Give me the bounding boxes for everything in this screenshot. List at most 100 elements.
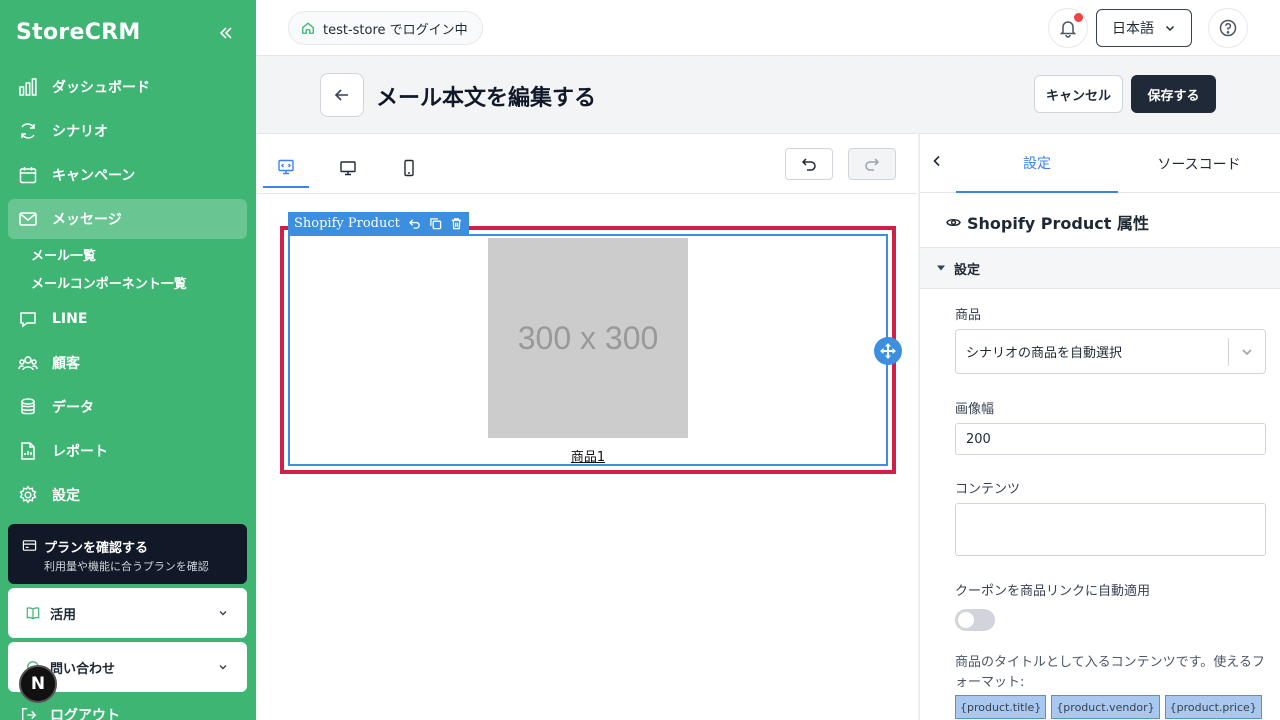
chevron-down-icon	[1164, 22, 1176, 34]
sidebar-item-line[interactable]: LINE	[8, 299, 247, 339]
accordion-label: 問い合わせ	[50, 661, 116, 677]
image-width-label: 画像幅	[955, 402, 995, 417]
notification-dot	[1074, 13, 1083, 22]
sidebar-item-data[interactable]: データ	[8, 387, 247, 427]
collapse-sidebar-icon[interactable]	[214, 22, 238, 46]
device-desktop-button[interactable]	[325, 148, 371, 188]
report-icon	[17, 440, 39, 462]
language-value: 日本語	[1112, 21, 1154, 37]
brand-logo: StoreCRM	[16, 20, 141, 45]
help-button[interactable]	[1208, 8, 1248, 48]
image-width-input[interactable]: 200	[955, 423, 1266, 455]
component-name: Shopify Product	[294, 215, 400, 231]
caret-down-icon	[936, 263, 946, 273]
toggle-knob	[958, 612, 974, 628]
back-button[interactable]	[320, 73, 364, 117]
save-button[interactable]: 保存する	[1131, 75, 1216, 113]
content-label: コンテンツ	[955, 482, 1021, 497]
sidebar-item-message[interactable]: メッセージ	[8, 199, 247, 239]
trash-icon[interactable]	[450, 217, 463, 230]
calendar-icon	[17, 164, 39, 186]
product-image-placeholder[interactable]: 300 x 300	[488, 238, 688, 438]
logout-label: ログアウト	[50, 708, 120, 720]
sidebar-item-label: 顧客	[52, 356, 80, 372]
sidebar-subitem-mail-list[interactable]: メール一覧	[31, 245, 96, 264]
sidebar-item-settings[interactable]: 設定	[8, 475, 247, 515]
plan-card[interactable]: プランを確認する 利用量や機能に合うプランを確認	[8, 524, 247, 584]
panel-tabs: 設定 ソースコード	[920, 134, 1280, 193]
product-select-value: シナリオの商品を自動選択	[966, 346, 1123, 361]
product-select[interactable]: シナリオの商品を自動選択	[955, 329, 1266, 374]
accordion-label: 活用	[50, 607, 77, 623]
monitor-code-icon	[277, 158, 295, 176]
product-label: 商品	[955, 308, 982, 323]
language-select[interactable]: 日本語	[1096, 9, 1192, 47]
credit-card-icon	[22, 538, 37, 557]
sidebar-item-label: ダッシュボード	[52, 80, 150, 96]
format-tokens: {product.title} {product.vendor} {produc…	[955, 695, 1262, 719]
sidebar-item-customers[interactable]: 顧客	[8, 343, 247, 383]
sidebar-item-campaign[interactable]: キャンペーン	[8, 155, 247, 195]
desktop-icon	[339, 159, 357, 177]
section-title: 設定	[954, 262, 981, 278]
store-status-text: test-store でログイン中	[323, 22, 468, 38]
users-icon	[17, 352, 39, 374]
token-product-title[interactable]: {product.title}	[955, 695, 1047, 719]
logout-button[interactable]: ログアウト	[8, 700, 120, 720]
topbar: test-store でログイン中 日本語	[256, 0, 1280, 56]
undo-icon	[800, 155, 818, 173]
page-title: メール本文を編集する	[376, 86, 597, 111]
device-mobile-button[interactable]	[386, 148, 432, 188]
assistant-badge[interactable]: N	[19, 665, 57, 703]
editor-toolbar	[257, 134, 918, 194]
plan-subtitle: 利用量や機能に合うプランを確認	[44, 560, 209, 573]
redo-icon	[863, 155, 881, 173]
plan-title: プランを確認する	[44, 541, 149, 556]
gear-icon	[17, 484, 39, 506]
token-product-vendor[interactable]: {product.vendor}	[1051, 695, 1160, 719]
undo-button[interactable]	[785, 148, 833, 180]
chart-bars-icon	[17, 76, 39, 98]
sidebar-item-report[interactable]: レポート	[8, 431, 247, 471]
select-parent-icon[interactable]	[408, 217, 421, 230]
coupon-label: クーポンを商品リンクに自動適用	[955, 584, 1151, 599]
tab-settings[interactable]: 設定	[956, 134, 1118, 193]
coupon-toggle[interactable]	[955, 609, 995, 631]
token-product-price[interactable]: {product.price}	[1164, 695, 1262, 719]
chevron-down-icon	[1229, 345, 1265, 359]
content-textarea[interactable]	[955, 503, 1266, 556]
chevron-down-icon	[217, 661, 229, 673]
envelope-icon	[17, 208, 39, 230]
cancel-button[interactable]: キャンセル	[1034, 75, 1123, 113]
device-wide-button[interactable]	[263, 148, 309, 188]
arrow-left-icon	[333, 86, 351, 104]
product-title-link[interactable]: 商品1	[488, 446, 688, 465]
logout-icon	[20, 706, 38, 720]
sidebar-item-label: メッセージ	[52, 212, 122, 228]
sidebar-item-dashboard[interactable]: ダッシュボード	[8, 67, 247, 107]
chevron-left-icon[interactable]	[930, 154, 944, 168]
sidebar-item-label: データ	[52, 400, 94, 416]
format-help-text: 商品のタイトルとして入るコンテンツです。使えるフォーマット:	[955, 655, 1265, 690]
home-icon	[301, 21, 315, 35]
store-status-pill[interactable]: test-store でログイン中	[288, 11, 483, 45]
tab-source-code[interactable]: ソースコード	[1118, 134, 1280, 193]
sidebar-item-label: キャンペーン	[52, 168, 136, 184]
question-icon	[1218, 18, 1238, 38]
email-editor: Shopify Product 300 x 300 商品1	[257, 133, 918, 720]
settings-section-header[interactable]: 設定	[920, 247, 1280, 289]
eye-icon	[946, 215, 961, 230]
notification-button[interactable]	[1048, 8, 1088, 48]
chat-icon	[17, 308, 39, 330]
usage-accordion[interactable]: 活用	[8, 588, 247, 638]
attributes-title: Shopify Product 属性	[967, 214, 1149, 233]
chevron-down-icon	[217, 607, 229, 619]
move-handle[interactable]	[874, 337, 902, 365]
mobile-icon	[400, 159, 418, 177]
sidebar: StoreCRM ダッシュボード シナリオ キャンペーン メッセージ メール一覧…	[0, 0, 256, 720]
sidebar-item-scenario[interactable]: シナリオ	[8, 111, 247, 151]
sidebar-subitem-mail-components[interactable]: メールコンポーネント一覧	[31, 273, 187, 292]
attributes-heading: Shopify Product 属性	[946, 210, 1149, 234]
copy-icon[interactable]	[429, 217, 442, 230]
redo-button[interactable]	[848, 148, 896, 180]
